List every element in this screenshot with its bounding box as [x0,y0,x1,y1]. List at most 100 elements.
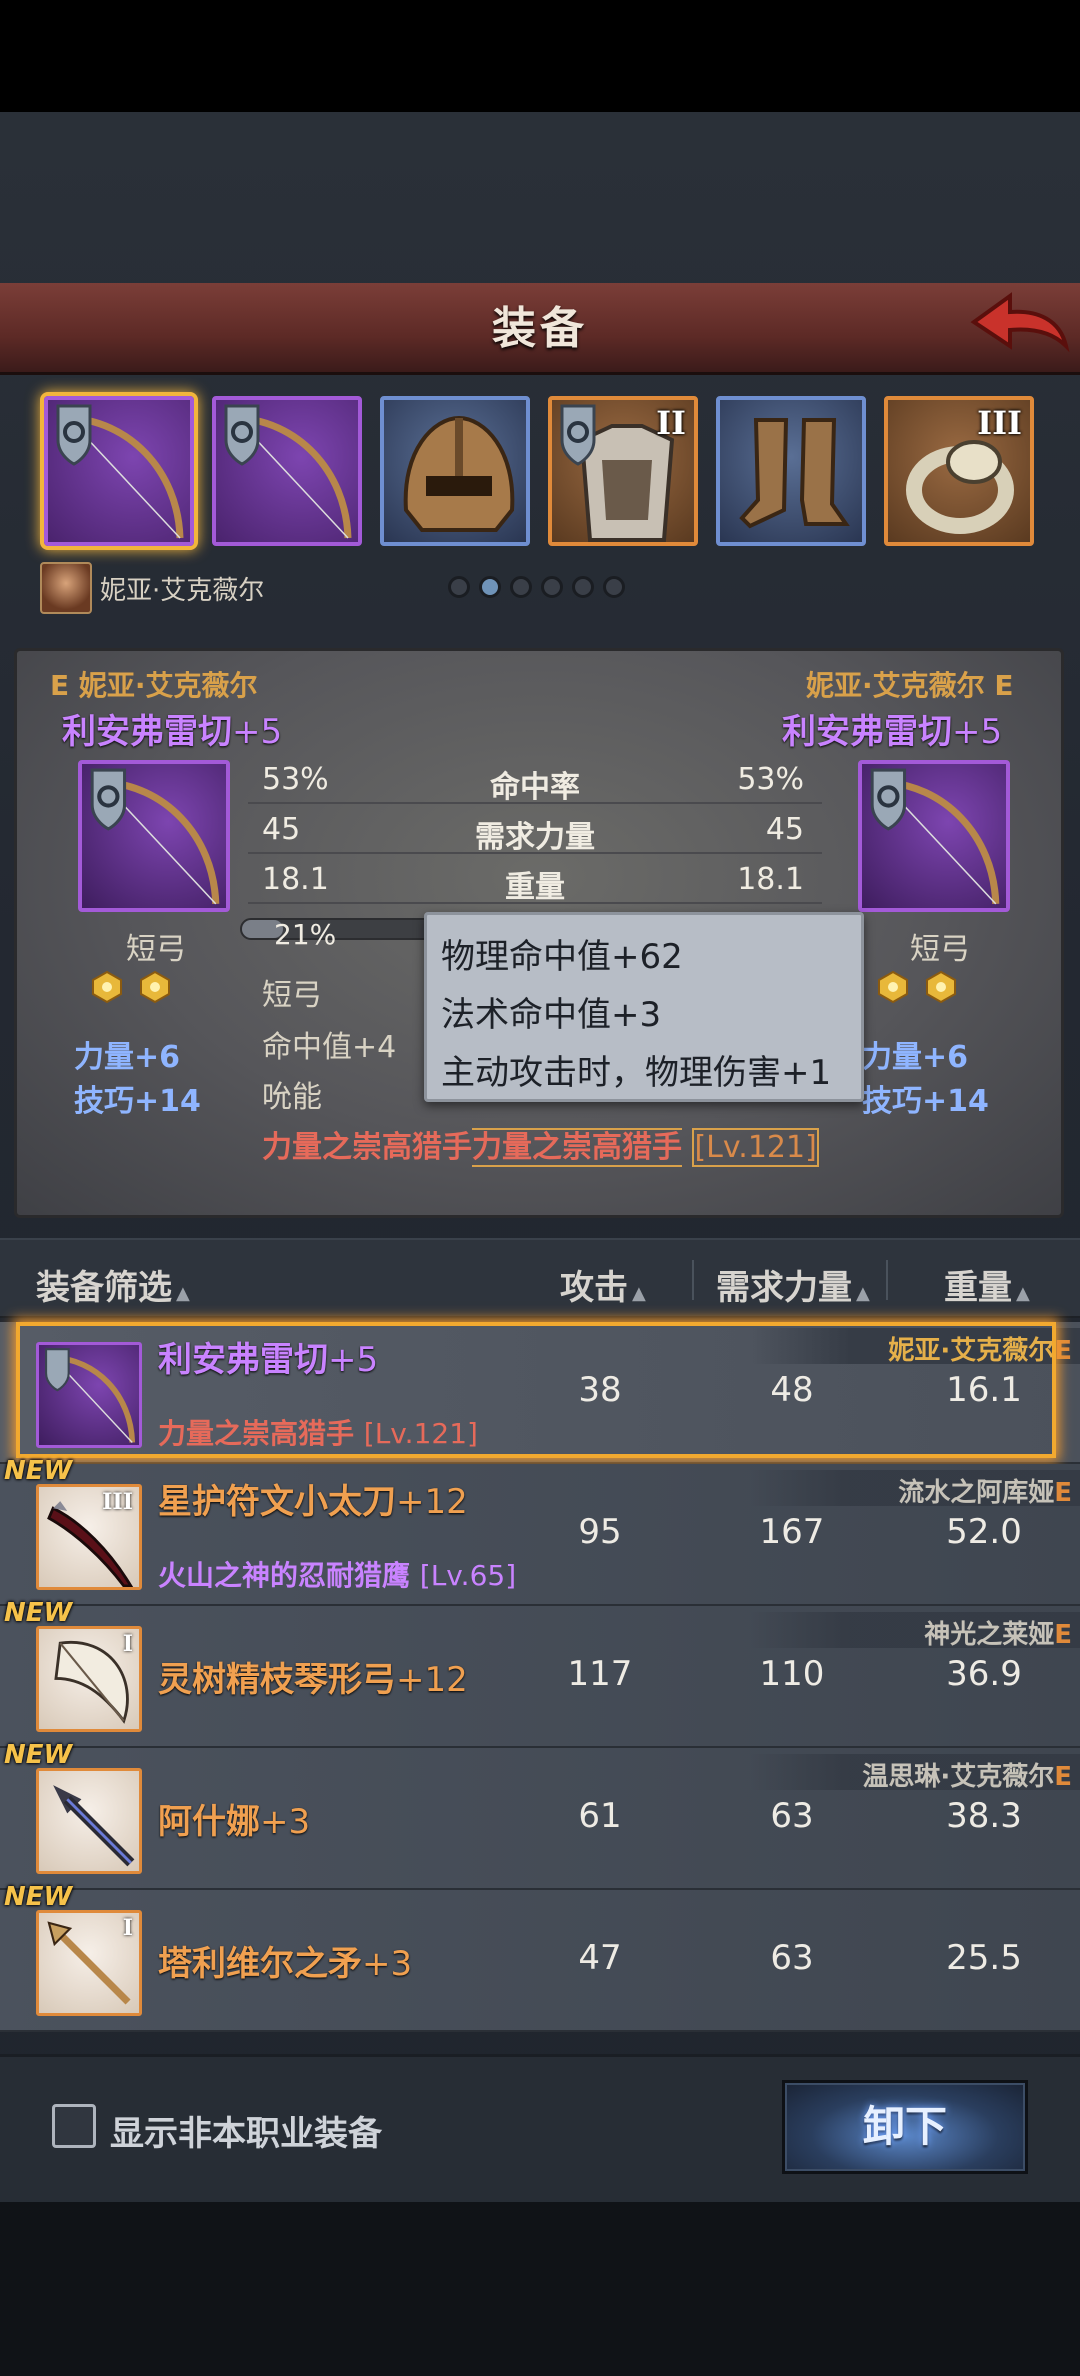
mid-skill: 吮能 [262,1080,322,1115]
left-owner: E 妮亚·艾克薇尔 [50,669,258,702]
slot-weapon-sub[interactable] [212,396,362,546]
table-row[interactable]: 温思琳·艾克薇尔E NEW 阿什娜+3 61 63 38.3 [0,1740,1080,1890]
row-item-set: 力量之崇高猎手 [Lv.121] [158,1417,478,1450]
column-divider [692,1260,694,1300]
row-weight: 52.0 [946,1512,1022,1552]
gem-socket-icon [92,970,122,1004]
new-badge: NEW [4,1882,73,1912]
avatar [40,562,92,614]
gem-socket-icon [140,970,170,1004]
right-weapon-type: 短弓 [910,932,970,967]
unequip-button[interactable]: 卸下 [782,2080,1028,2174]
row-item-icon [36,1768,142,1874]
mid-weapon-type: 短弓 [262,978,322,1013]
row-item-icon: I [36,1910,142,2016]
page-dot-active[interactable] [479,576,501,598]
row-attack: 95 [578,1512,622,1552]
row-owner: 神光之莱娅E [924,1620,1072,1650]
right-weapon-icon [858,760,1010,912]
list-header: 装备筛选 ▲ 攻击 ▲ 需求力量 ▲ 重量 ▲ [0,1238,1080,1318]
tier-roman: III [102,1489,133,1515]
page-title: 装备 [492,303,588,354]
slot-boots[interactable] [716,396,866,546]
character-name: 妮亚·艾克薇尔 [100,576,265,606]
row-attack: 61 [578,1796,622,1836]
sort-weight[interactable]: 重量 ▲ [944,1260,1030,1309]
stat-row-weight: 18.1 重量 18.1 [248,856,822,905]
stat-tooltip: 物理命中值+62 法术命中值+3 主动攻击时，物理伤害+1 [424,912,864,1102]
tier-roman: III [977,404,1022,442]
stat-label: 需求力量 [475,820,595,855]
row-item-set: 火山之神的忍耐猎鹰 [Lv.65] [158,1559,517,1592]
bow-icon [90,768,220,905]
row-req-str: 48 [770,1370,814,1410]
filter-button[interactable]: 装备筛选 ▲ [36,1260,190,1309]
trident-icon [53,1785,135,1867]
stat-row-req-str: 45 需求力量 45 [248,806,822,855]
row-weight: 16.1 [946,1370,1022,1410]
nav-bar-area [0,2202,1080,2376]
sort-attack[interactable]: 攻击 ▲ [560,1260,646,1309]
back-arrow-icon[interactable] [966,286,1070,366]
show-other-class-checkbox[interactable] [52,2104,96,2148]
stat-label: 重量 [505,870,565,905]
boots-icon [739,418,850,529]
row-owner: 温思琳·艾克薇尔E [862,1762,1072,1792]
row-attack: 38 [578,1370,622,1410]
helmet-icon [403,415,515,532]
page-dots [448,576,634,602]
row-item-icon [36,1342,142,1448]
title-bar: 装备 [0,283,1080,375]
bow-icon [56,404,184,539]
equipment-slots: II III [0,384,1080,554]
sort-req-str[interactable]: 需求力量 ▲ [716,1260,870,1309]
checkbox-label: 显示非本职业装备 [110,2114,382,2154]
right-attr-skill: 技巧+14 [862,1084,989,1119]
left-attr-skill: 技巧+14 [74,1084,201,1119]
new-badge: NEW [4,1598,73,1628]
table-row[interactable]: 流水之阿库娅E III NEW 星护符文小太刀+12 火山之神的忍耐猎鹰 [Lv… [0,1456,1080,1606]
page-dot[interactable] [510,576,532,598]
page-dot[interactable] [541,576,563,598]
row-weight: 36.9 [946,1654,1022,1694]
column-divider [886,1260,888,1300]
tier-roman: II [656,404,686,442]
tooltip-line: 主动攻击时，物理伤害+1 [441,1053,832,1093]
row-req-str: 63 [770,1938,814,1978]
row-owner: 妮亚·艾克薇尔E [888,1336,1072,1366]
slot-helmet[interactable] [380,396,530,546]
tooltip-line: 物理命中值+62 [441,937,683,977]
row-req-str: 110 [759,1654,825,1694]
row-item-name: 利安弗雷切+5 [158,1340,379,1380]
page-dot[interactable] [603,576,625,598]
enhance-progress-bar [240,918,440,940]
gem-socket-icon [926,970,956,1004]
right-attr-str: 力量+6 [862,1040,969,1075]
page-dot[interactable] [572,576,594,598]
row-attack: 117 [567,1654,633,1694]
row-req-str: 167 [759,1512,825,1552]
slot-armor[interactable]: II [548,396,698,546]
slot-weapon-main[interactable] [44,396,194,546]
tier-roman: I [122,1915,133,1941]
table-row[interactable]: 妮亚·艾克薇尔E 利安弗雷切+5 力量之崇高猎手 [Lv.121] 38 48 … [0,1322,1080,1464]
table-row[interactable]: 神光之莱娅E I NEW 灵树精枝琴形弓+12 117 110 36.9 [0,1598,1080,1748]
left-weapon-icon [78,760,230,912]
row-item-name: 塔利维尔之矛+3 [158,1944,413,1984]
row-weight: 38.3 [946,1796,1022,1836]
stat-right-value: 53% [737,762,804,797]
slot-ring[interactable]: III [884,396,1034,546]
new-badge: NEW [4,1740,73,1770]
bow-icon [224,404,352,539]
left-weapon-type: 短弓 [126,932,186,967]
row-item-name: 星护符文小太刀+12 [158,1482,468,1522]
stat-label: 命中率 [490,770,580,805]
right-weapon-name: 利安弗雷切+5 [782,712,1003,752]
row-attack: 47 [578,1938,622,1978]
table-row[interactable]: I NEW 塔利维尔之矛+3 47 63 25.5 [0,1882,1080,2032]
row-item-name: 阿什娜+3 [158,1802,311,1842]
row-item-name: 灵树精枝琴形弓+12 [158,1660,468,1700]
page-dot[interactable] [448,576,470,598]
row-item-icon: III [36,1484,142,1590]
bow-icon [45,1348,136,1444]
